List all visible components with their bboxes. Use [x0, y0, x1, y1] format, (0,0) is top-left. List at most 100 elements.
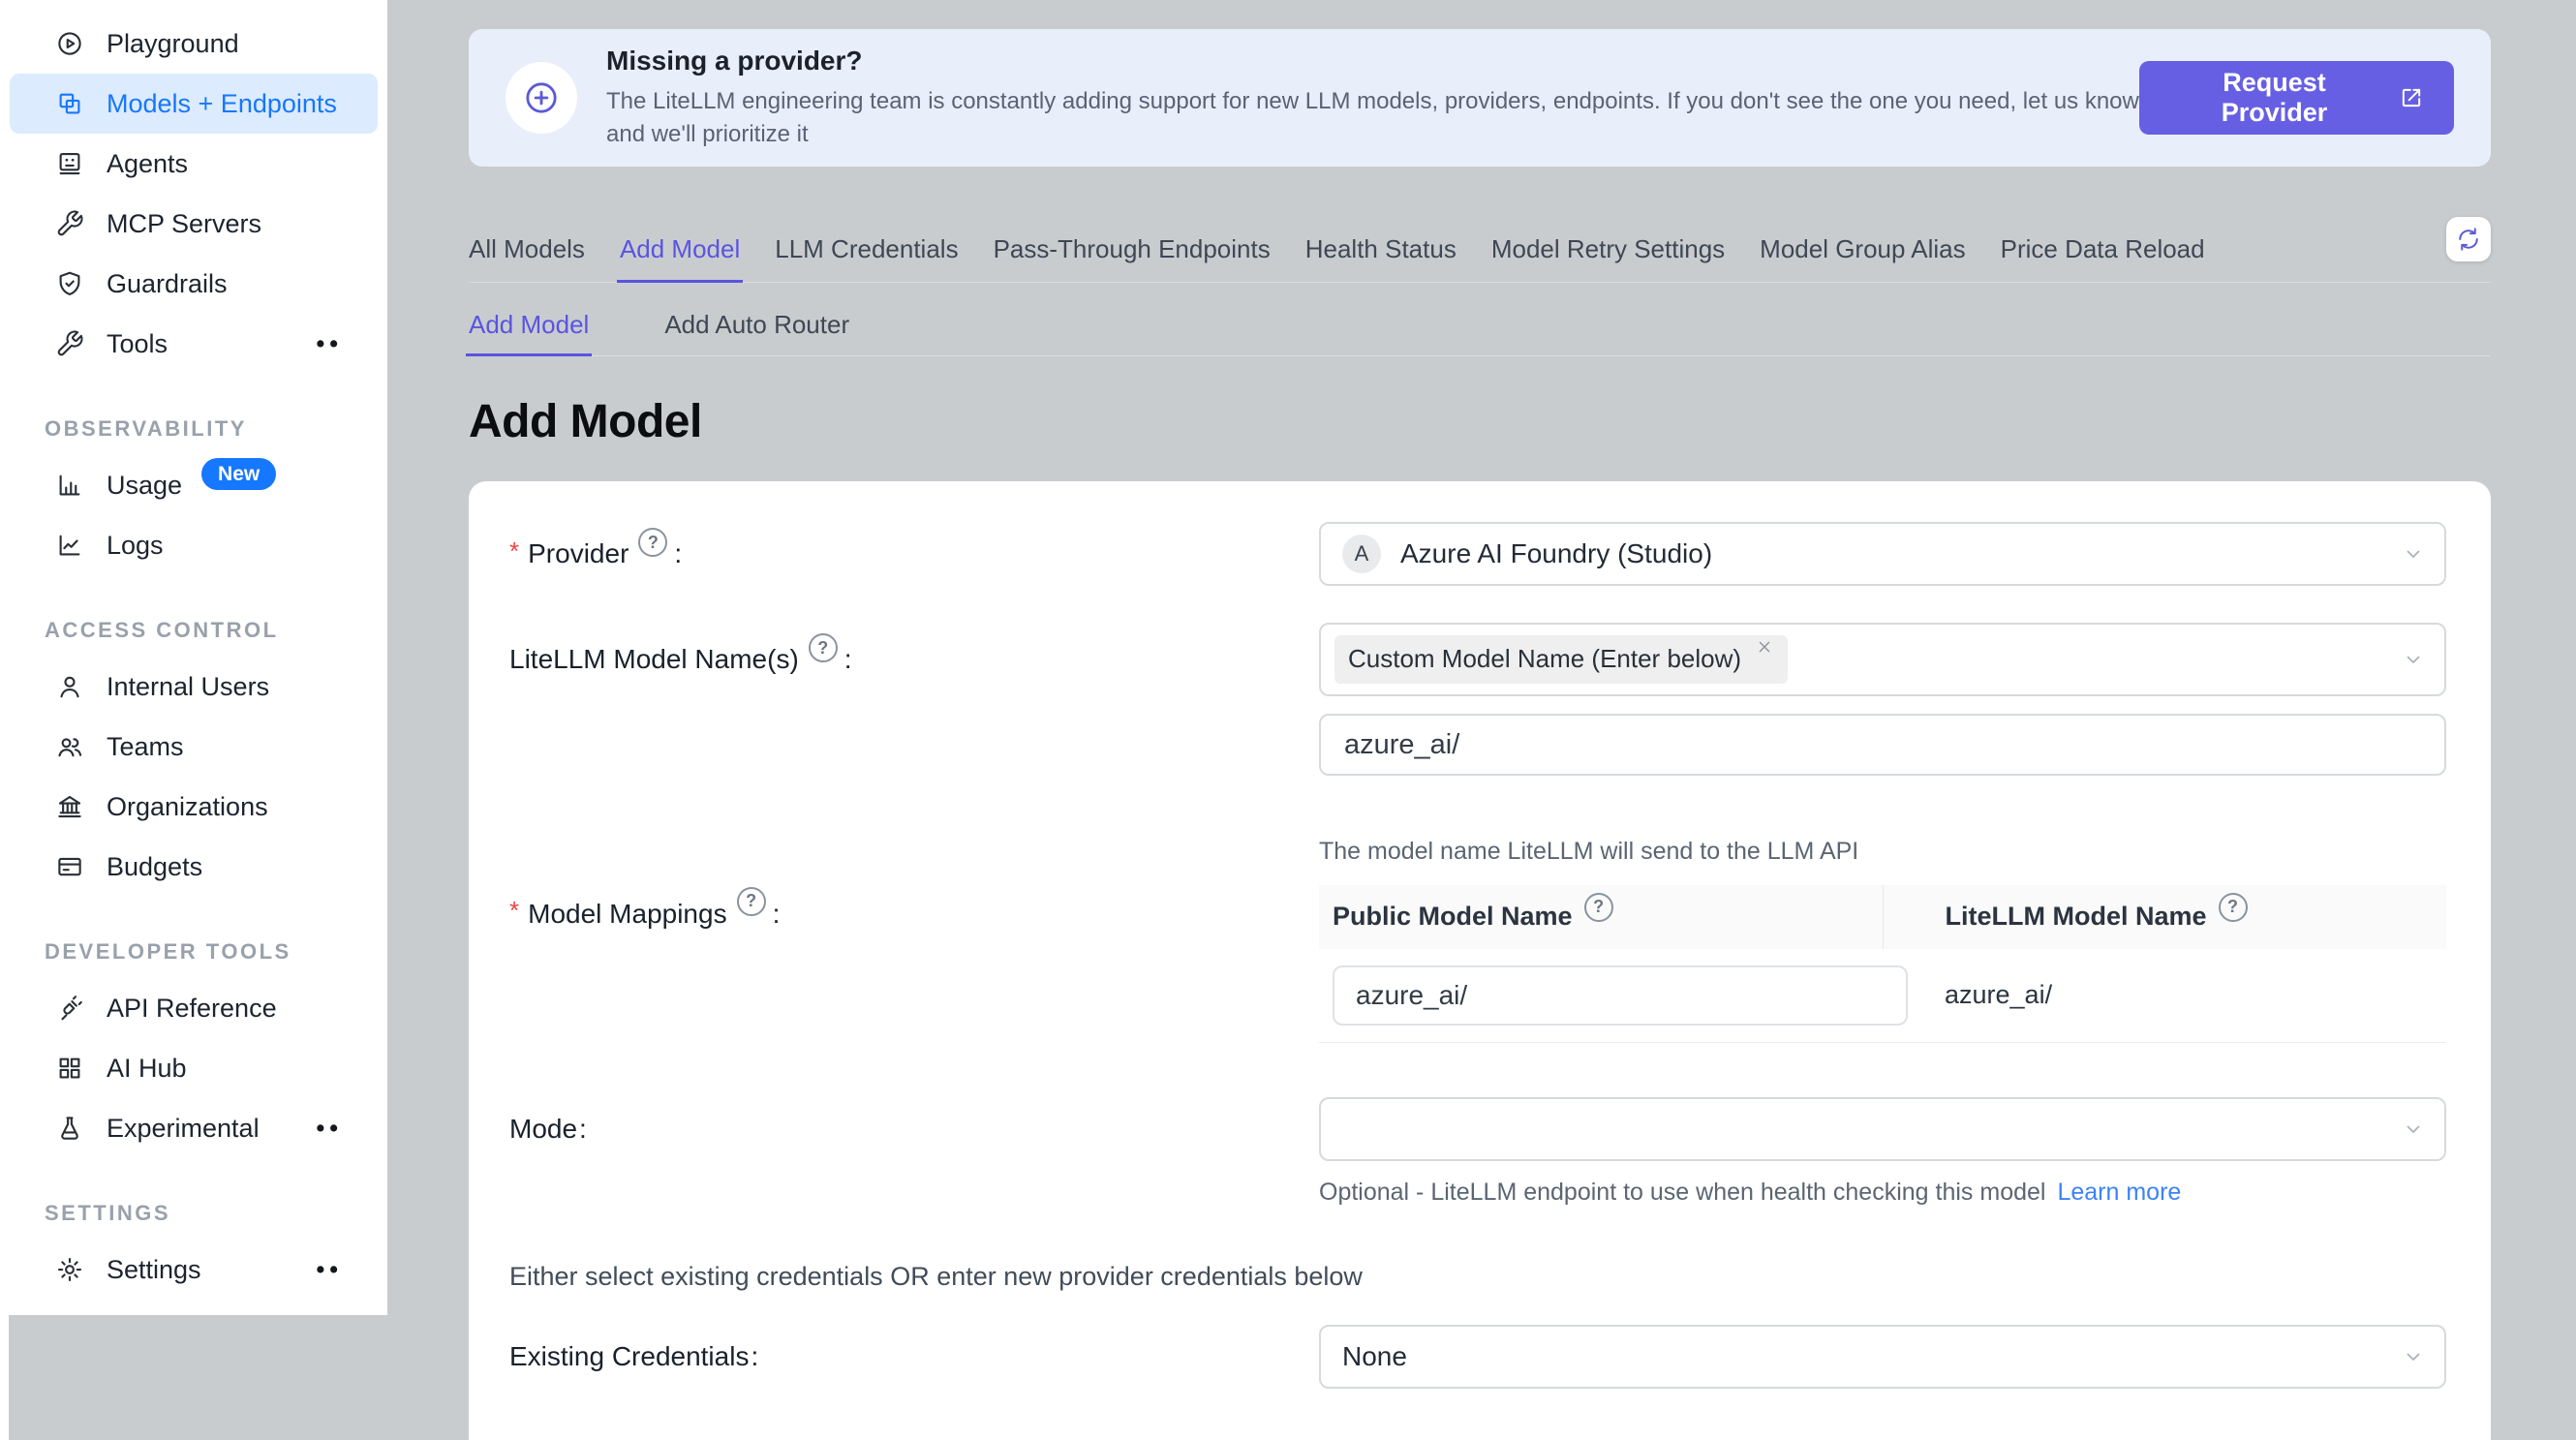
credit-card-icon [54, 851, 85, 882]
model-names-control: Custom Model Name (Enter below) [1319, 623, 2446, 696]
help-icon[interactable]: ? [638, 528, 667, 557]
refresh-button[interactable] [2446, 217, 2491, 261]
team-icon [54, 731, 85, 762]
tab-model-retry-settings[interactable]: Model Retry Settings [1491, 234, 1725, 264]
mode-select[interactable] [1319, 1097, 2446, 1161]
sidebar-item-ai-hub[interactable]: AI Hub [10, 1038, 378, 1098]
help-icon[interactable]: ? [1584, 893, 1613, 922]
submenu-dots-icon: •• [316, 330, 343, 358]
credentials-note: Either select existing credentials OR en… [509, 1262, 2446, 1292]
line-chart-icon [54, 530, 85, 561]
model-names-multiselect[interactable]: Custom Model Name (Enter below) [1319, 623, 2446, 696]
user-icon [54, 671, 85, 702]
main-content: Missing a provider? The LiteLLM engineer… [387, 0, 2576, 1440]
custom-model-name-input[interactable] [1319, 714, 2446, 776]
sidebar-item-experimental[interactable]: Experimental•• [10, 1098, 378, 1158]
tab-all-models[interactable]: All Models [469, 234, 585, 264]
request-provider-label: Request Provider [2168, 68, 2380, 128]
sidebar-item-usage[interactable]: UsageNew [10, 455, 378, 515]
litellm-model-name-value: azure_ai/ [1945, 980, 2052, 1009]
help-icon[interactable]: ? [2219, 893, 2248, 922]
tab-model-group-alias[interactable]: Model Group Alias [1760, 234, 1965, 264]
provider-select[interactable]: A Azure AI Foundry (Studio) [1319, 522, 2446, 586]
sidebar-item-internal-users[interactable]: Internal Users [10, 657, 378, 717]
sidebar-item-settings[interactable]: Settings•• [10, 1240, 378, 1300]
sidebar-item-label: Tools [107, 329, 168, 359]
sidebar-item-budgets[interactable]: Budgets [10, 837, 378, 897]
sidebar-item-label: Logs [107, 531, 164, 561]
mode-helper: Optional - LiteLLM endpoint to use when … [1319, 1177, 2446, 1209]
model-tabs-items: All Models Add Model LLM Credentials Pass-T… [469, 234, 2205, 264]
model-name-tag-label: Custom Model Name (Enter below) [1348, 644, 1741, 674]
model-mappings-label: * Model Mappings ? : [509, 885, 1319, 1043]
request-provider-button[interactable]: Request Provider [2139, 61, 2454, 135]
existing-credentials-label: Existing Credentials: [509, 1325, 1319, 1389]
shield-check-icon [54, 268, 85, 299]
mode-helper-wrap: Optional - LiteLLM endpoint to use when … [1319, 1177, 2446, 1209]
remove-tag-icon[interactable] [1755, 637, 1774, 657]
provider-avatar: A [1342, 535, 1381, 573]
mappings-data-row: azure_ai/ [1319, 949, 2446, 1043]
existing-credentials-control: None [1319, 1325, 2446, 1389]
add-model-subtabs: Add Model Add Auto Router [469, 283, 2491, 356]
sidebar-section-title-access-control: ACCESS CONTROL [45, 618, 387, 643]
tab-add-model[interactable]: Add Model [620, 234, 740, 264]
mappings-header-row: Public Model Name ? LiteLLM Model Name ? [1319, 885, 2446, 949]
chevron-down-icon [2402, 1345, 2425, 1368]
sidebar-item-tools[interactable]: Tools •• [10, 314, 378, 374]
provider-control: A Azure AI Foundry (Studio) [1319, 522, 2446, 586]
help-icon[interactable]: ? [737, 887, 766, 916]
provider-value: Azure AI Foundry (Studio) [1400, 538, 1712, 569]
model-names-row: LiteLLM Model Name(s) ? : Custom Model N… [509, 623, 2446, 696]
tab-llm-credentials[interactable]: LLM Credentials [775, 234, 958, 264]
sidebar-item-teams[interactable]: Teams [10, 717, 378, 777]
custom-model-name-helper: The model name LiteLLM will send to the … [1319, 836, 2446, 868]
model-mappings-row: * Model Mappings ? : Public Model Name ? [509, 885, 2446, 1043]
public-model-name-cell [1319, 949, 1883, 1043]
sidebar-item-label: Organizations [107, 792, 268, 822]
provider-label: * Provider ? : [509, 522, 1319, 586]
bank-icon [54, 791, 85, 822]
sidebar-nav: Playground Models + Endpoints Agents MCP Se… [0, 14, 387, 1300]
add-model-form-card: * Provider ? : A Azure AI Foundry (Studi… [469, 481, 2491, 1440]
sidebar-item-label: Playground [107, 29, 239, 59]
model-names-label: LiteLLM Model Name(s) ? : [509, 623, 1319, 696]
tab-price-data-reload[interactable]: Price Data Reload [2001, 234, 2205, 264]
sidebar-item-label: Experimental [107, 1114, 260, 1144]
wrench-icon [54, 208, 85, 239]
subtab-add-model[interactable]: Add Model [469, 310, 589, 340]
existing-credentials-value: None [1342, 1341, 1407, 1372]
banner-title: Missing a provider? [606, 46, 2139, 77]
sidebar-item-mcp-servers[interactable]: MCP Servers [10, 194, 378, 254]
learn-more-link[interactable]: Learn more [2057, 1179, 2181, 1206]
public-model-name-input[interactable] [1333, 965, 1908, 1026]
sidebar-item-organizations[interactable]: Organizations [10, 777, 378, 837]
sidebar-item-logs[interactable]: Logs [10, 515, 378, 575]
sidebar-item-label: Models + Endpoints [107, 89, 337, 119]
chevron-down-icon [2402, 648, 2425, 671]
sidebar-item-api-reference[interactable]: API Reference [10, 978, 378, 1038]
grid-icon [54, 1053, 85, 1084]
tab-pass-through-endpoints[interactable]: Pass-Through Endpoints [994, 234, 1271, 264]
sidebar-item-models-endpoints[interactable]: Models + Endpoints [10, 74, 378, 134]
sidebar-item-label: MCP Servers [107, 209, 261, 239]
sidebar-item-label: Budgets [107, 852, 202, 882]
sidebar-item-label: Settings [107, 1255, 201, 1285]
sidebar-item-agents[interactable]: Agents [10, 134, 378, 194]
model-mappings-control: Public Model Name ? LiteLLM Model Name ? [1319, 885, 2446, 1043]
bar-chart-icon [54, 470, 85, 501]
tab-health-status[interactable]: Health Status [1305, 234, 1457, 264]
refresh-icon [2455, 226, 2482, 253]
sidebar-item-label: AI Hub [107, 1054, 187, 1084]
sidebar-item-guardrails[interactable]: Guardrails [10, 254, 378, 314]
existing-credentials-select[interactable]: None [1319, 1325, 2446, 1389]
help-icon[interactable]: ? [809, 633, 838, 662]
public-model-name-header: Public Model Name ? [1319, 885, 1883, 949]
existing-credentials-row: Existing Credentials: None [509, 1325, 2446, 1389]
gear-icon [54, 1254, 85, 1285]
banner-text: Missing a provider? The LiteLLM engineer… [606, 46, 2139, 150]
external-link-icon [2398, 84, 2425, 111]
new-badge: New [201, 458, 276, 490]
sidebar-item-playground[interactable]: Playground [10, 14, 378, 74]
subtab-add-auto-router[interactable]: Add Auto Router [664, 310, 849, 340]
